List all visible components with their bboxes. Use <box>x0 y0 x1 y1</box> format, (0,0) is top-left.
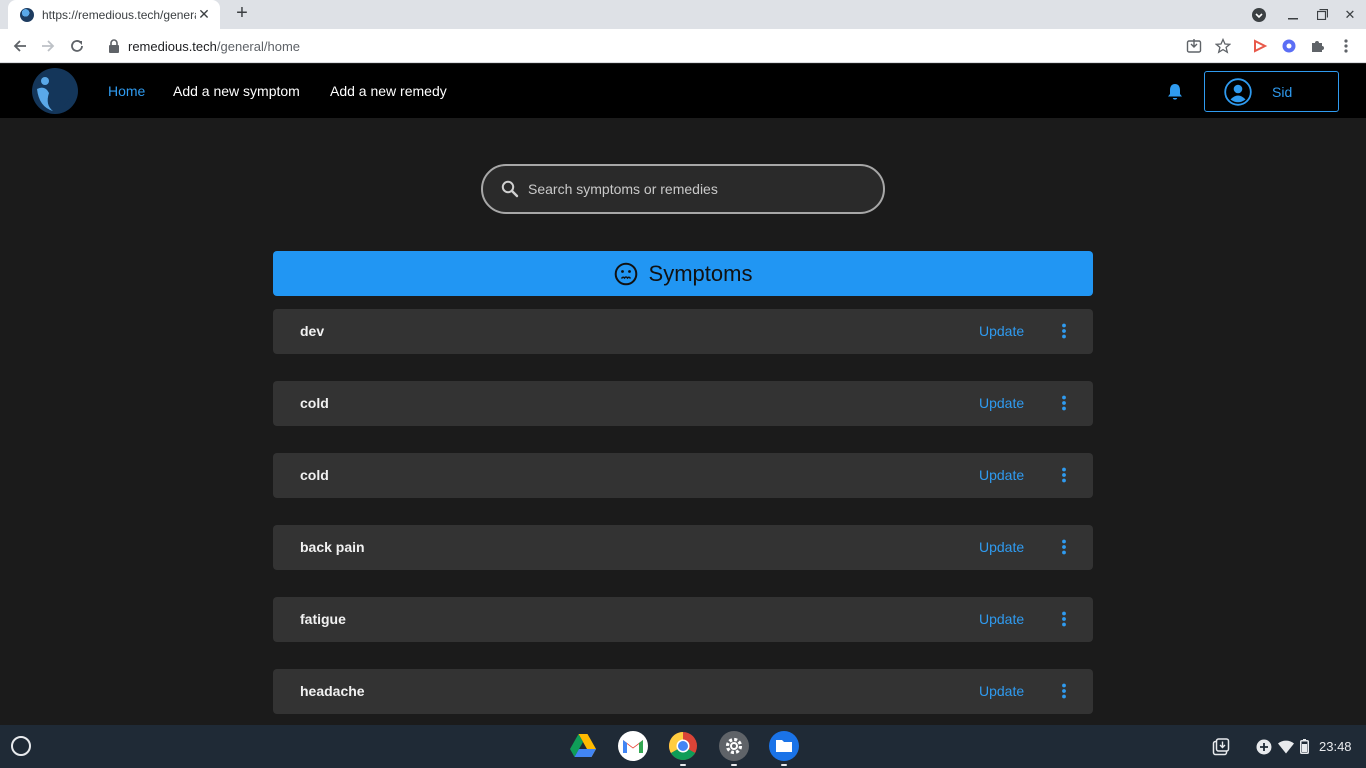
symptoms-heading: Symptoms <box>648 260 753 286</box>
gmail-icon[interactable] <box>618 731 648 761</box>
close-window-icon[interactable]: ✕ <box>1336 0 1364 29</box>
wifi-icon <box>1278 740 1294 753</box>
update-button[interactable]: Update <box>979 611 1024 627</box>
restore-icon[interactable] <box>1308 0 1336 29</box>
tab-search-icon[interactable] <box>1245 0 1273 29</box>
clock-time: 23:48 <box>1319 739 1352 754</box>
symptom-row: dev Update <box>273 309 1093 354</box>
symptom-row: cold Update <box>273 381 1093 426</box>
lock-icon <box>109 39 119 53</box>
battery-icon <box>1300 739 1309 754</box>
address-bar[interactable]: remedious.tech/general/home <box>98 32 1248 60</box>
more-options-icon[interactable] <box>1059 395 1069 411</box>
nav-add-remedy[interactable]: Add a new remedy <box>330 83 447 99</box>
extension-red-icon[interactable] <box>1250 36 1270 56</box>
url-text: remedious.tech/general/home <box>128 38 301 54</box>
site-navbar: Home Add a new symptom Add a new remedy … <box>0 64 1366 118</box>
symptom-name: cold <box>300 467 329 483</box>
browser-tab[interactable]: https://remedious.tech/general/h ✕ <box>8 0 220 29</box>
update-button[interactable]: Update <box>979 467 1024 483</box>
symptom-name: cold <box>300 395 329 411</box>
update-button[interactable]: Update <box>979 323 1024 339</box>
notification-bell-icon[interactable] <box>1167 83 1183 101</box>
holding-space-icon[interactable] <box>1212 725 1230 768</box>
symptom-name: fatigue <box>300 611 346 627</box>
symptom-row: cold Update <box>273 453 1093 498</box>
update-button[interactable]: Update <box>979 395 1024 411</box>
symptom-row: back pain Update <box>273 525 1093 570</box>
symptoms-header: Symptoms <box>273 251 1093 296</box>
os-shelf: 23:48 <box>0 725 1366 768</box>
chrome-icon[interactable] <box>668 731 698 766</box>
more-options-icon[interactable] <box>1059 467 1069 483</box>
symptom-name: back pain <box>300 539 365 555</box>
update-button[interactable]: Update <box>979 683 1024 699</box>
symptom-row: fatigue Update <box>273 597 1093 642</box>
remedious-logo[interactable] <box>31 67 79 115</box>
symptom-name: dev <box>300 323 325 339</box>
more-options-icon[interactable] <box>1059 683 1069 699</box>
install-app-icon[interactable] <box>1184 36 1204 56</box>
tab-title: https://remedious.tech/general/h <box>42 7 196 22</box>
launcher-icon[interactable] <box>11 736 31 756</box>
reload-icon[interactable] <box>65 34 89 58</box>
bookmark-star-icon[interactable] <box>1213 36 1233 56</box>
browser-toolbar: remedious.tech/general/home <box>0 29 1366 63</box>
google-drive-icon[interactable] <box>568 731 598 761</box>
close-tab-icon[interactable]: ✕ <box>196 6 212 23</box>
site-favicon-icon <box>20 7 34 22</box>
add-circle-icon <box>1256 739 1272 754</box>
settings-gear-icon[interactable] <box>719 731 749 766</box>
status-area[interactable]: 23:48 <box>1256 725 1352 768</box>
files-folder-icon[interactable] <box>769 731 799 766</box>
user-account-button[interactable]: Sid <box>1204 71 1339 112</box>
symptom-row: headache Update <box>273 669 1093 714</box>
new-tab-button[interactable]: + <box>232 3 252 24</box>
search-input[interactable] <box>528 181 858 197</box>
more-options-icon[interactable] <box>1059 323 1069 339</box>
search-box[interactable] <box>481 164 885 214</box>
browser-menu-icon[interactable] <box>1336 36 1356 56</box>
more-options-icon[interactable] <box>1059 611 1069 627</box>
user-name: Sid <box>1272 83 1293 100</box>
extension-gear-icon[interactable] <box>1279 36 1299 56</box>
minimize-icon[interactable] <box>1279 0 1307 29</box>
extensions-puzzle-icon[interactable] <box>1307 36 1327 56</box>
forward-icon[interactable] <box>36 34 60 58</box>
back-icon[interactable] <box>8 34 32 58</box>
nav-add-symptom[interactable]: Add a new symptom <box>173 83 300 99</box>
symptom-name: headache <box>300 683 365 699</box>
tab-strip: https://remedious.tech/general/h ✕ + ✕ <box>0 0 1366 29</box>
nav-home[interactable]: Home <box>108 83 145 99</box>
sad-face-icon <box>614 262 637 285</box>
more-options-icon[interactable] <box>1059 539 1069 555</box>
update-button[interactable]: Update <box>979 539 1024 555</box>
search-icon <box>501 180 519 198</box>
avatar-icon <box>1224 77 1252 106</box>
